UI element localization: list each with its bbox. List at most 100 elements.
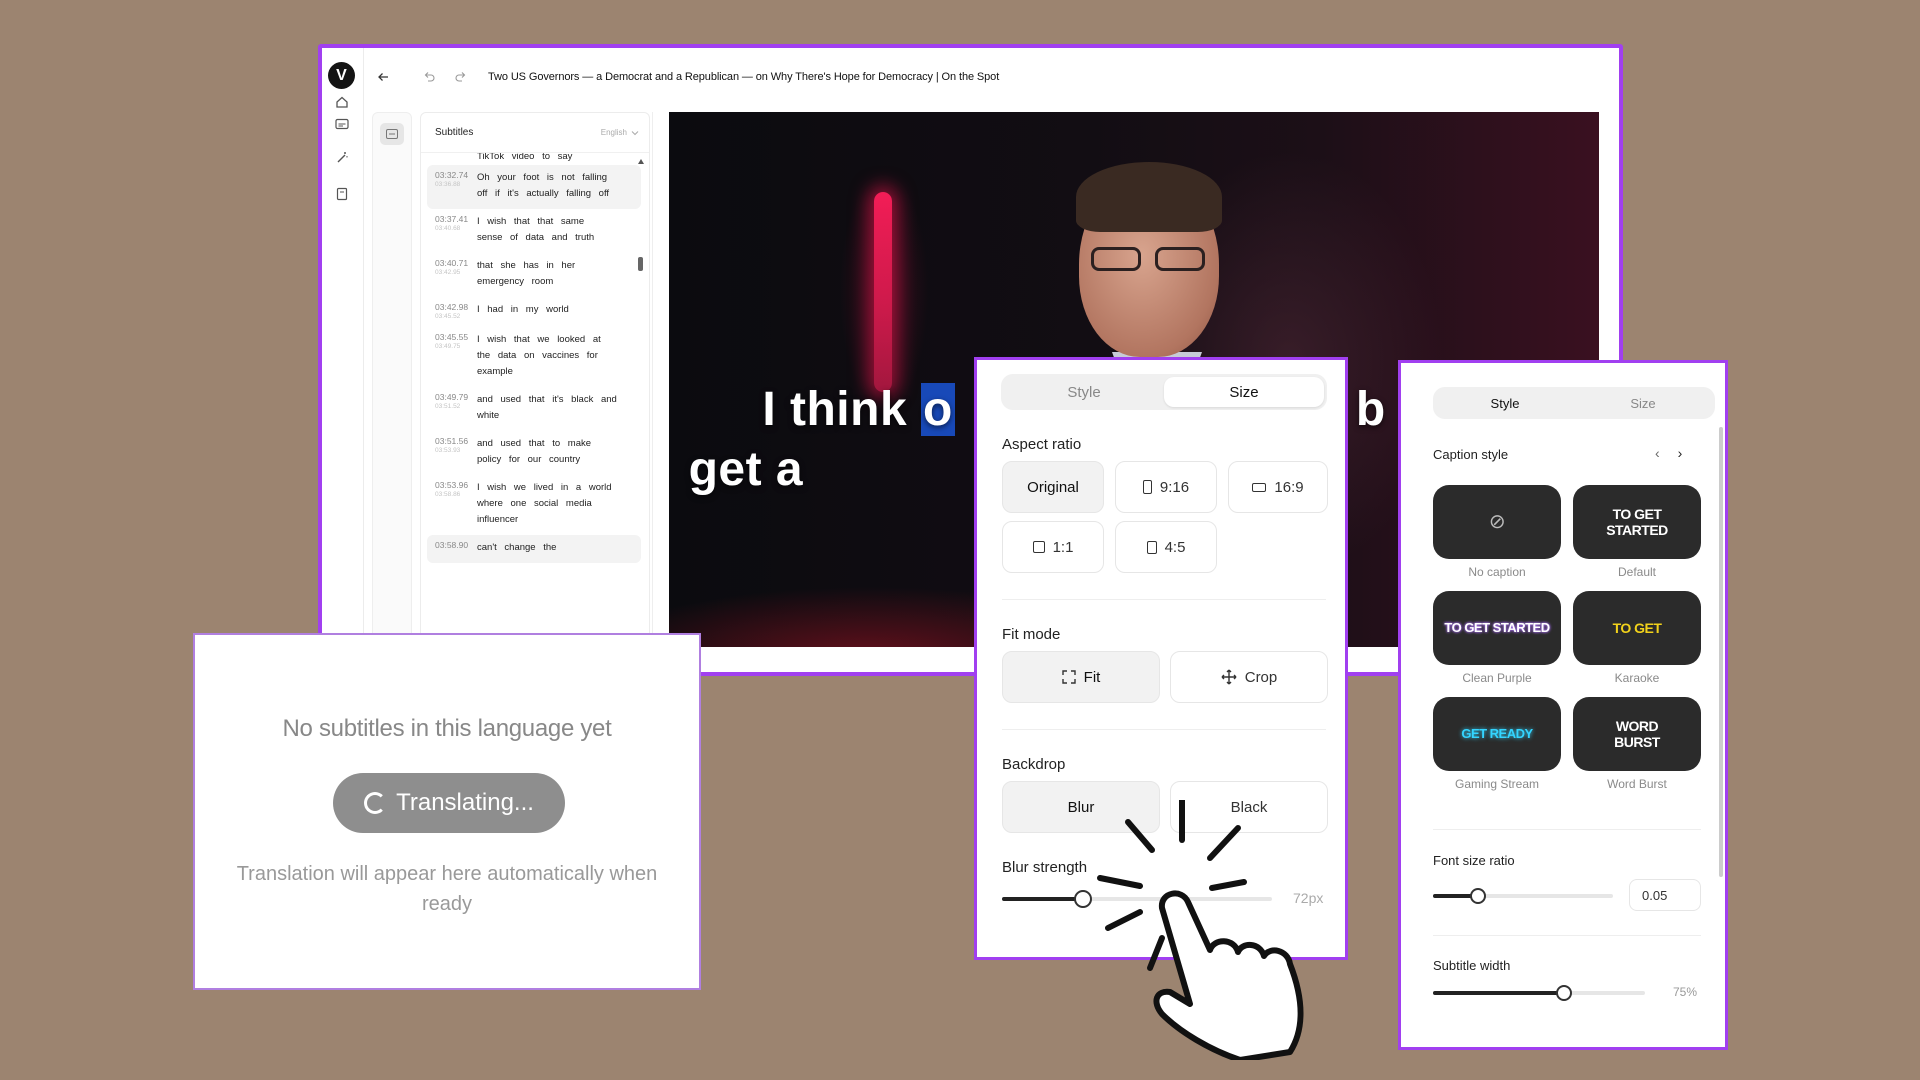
aspect-original-button[interactable]: Original — [1002, 461, 1104, 513]
subtitle-end-time[interactable]: 03:45.52 — [435, 313, 477, 320]
blur-strength-slider[interactable] — [1002, 890, 1272, 908]
language-select[interactable]: English — [601, 128, 639, 137]
scroll-up-icon[interactable] — [638, 159, 644, 164]
app-logo[interactable]: V — [328, 62, 355, 89]
style-size-tabs: Style Size — [1433, 387, 1715, 419]
style-name: Word Burst — [1607, 777, 1667, 791]
subtitle-text[interactable]: can't change the — [477, 540, 617, 556]
backdrop-blur-button[interactable]: Blur — [1002, 781, 1160, 833]
translating-button[interactable]: Translating... — [333, 773, 565, 833]
subtitle-end-time[interactable]: 03:36.88 — [435, 181, 477, 188]
tab-size[interactable]: Size — [1164, 377, 1324, 407]
slider-fill — [1002, 897, 1083, 901]
style-clean-purple-tile[interactable]: TO GET STARTED — [1433, 591, 1561, 665]
subtitle-start-time[interactable]: 03:53.96 — [435, 480, 477, 490]
subtitle-end-time[interactable]: 03:49.75 — [435, 343, 477, 350]
no-caption-icon: ⊘ — [1488, 511, 1506, 533]
divider — [1433, 935, 1701, 936]
subtitle-row[interactable]: 03:49.79 03:51.52 and used that it's black… — [421, 387, 649, 431]
style-no-caption-tile[interactable]: ⊘ — [1433, 485, 1561, 559]
aspect-1-1-button[interactable]: 1:1 — [1002, 521, 1104, 573]
caption-highlight-word: o — [920, 383, 955, 436]
home-icon[interactable] — [332, 92, 352, 112]
subtitle-width-slider[interactable] — [1433, 985, 1645, 1001]
subtitle-start-time[interactable]: 03:51.56 — [435, 436, 477, 446]
subtitle-start-time[interactable]: 03:45.55 — [435, 332, 477, 342]
slider-knob[interactable] — [1074, 890, 1092, 908]
left-rail: V — [322, 48, 364, 672]
subtitle-start-time[interactable]: 03:58.90 — [435, 540, 477, 550]
slider-knob[interactable] — [1470, 888, 1486, 904]
subtitle-list[interactable]: TikTok video to say 03:32.74 03:36.88 Oh y… — [421, 153, 649, 672]
square-icon — [1032, 541, 1045, 553]
subtitle-text[interactable]: I wish that that same sense of data and … — [477, 214, 617, 246]
subtitle-end-time[interactable]: 03:53.93 — [435, 447, 477, 454]
subtitle-start-time[interactable]: 03:42.98 — [435, 302, 477, 312]
translating-label: Translating... — [396, 789, 534, 816]
chevron-left-icon[interactable]: ‹ — [1655, 445, 1660, 461]
style-gaming-stream-tile[interactable]: GET READY — [1433, 697, 1561, 771]
project-title[interactable]: Two US Governors — a Democrat and a Repu… — [488, 71, 999, 83]
aspect-9-16-button[interactable]: 9:16 — [1115, 461, 1217, 513]
portrait-icon — [1142, 480, 1152, 494]
aspect-4-5-button[interactable]: 4:5 — [1115, 521, 1217, 573]
subtitle-row[interactable]: 03:58.90 can't change the — [427, 535, 641, 563]
subtitle-text[interactable]: and used that to make policy for our cou… — [477, 436, 617, 468]
font-size-slider[interactable] — [1433, 888, 1613, 904]
subtitle-row[interactable]: 03:53.96 03:58.86 I wish we lived in a wor… — [421, 475, 649, 535]
subtitle-scrollbar[interactable] — [638, 159, 644, 672]
subtitle-text[interactable]: I had in my world — [477, 302, 617, 320]
style-scrollbar[interactable] — [1719, 427, 1723, 877]
divider — [1433, 829, 1701, 830]
subtitle-text[interactable]: I wish we lived in a world where one soc… — [477, 480, 617, 528]
style-word-burst-tile[interactable]: WORD BURST — [1573, 697, 1701, 771]
slider-knob[interactable] — [1556, 985, 1572, 1001]
tab-style[interactable]: Style — [1004, 377, 1164, 407]
book-icon[interactable] — [332, 184, 352, 204]
tab-style[interactable]: Style — [1436, 390, 1574, 416]
style-karaoke-tile[interactable]: TO GET — [1573, 591, 1701, 665]
subtitles-icon[interactable] — [332, 114, 352, 134]
subtitle-end-time[interactable]: 03:58.86 — [435, 491, 477, 498]
subtitle-start-time[interactable]: 03:32.74 — [435, 170, 477, 180]
tool-strip — [372, 112, 412, 672]
subtitles-panel: Subtitles English TikTok video to say 03… — [420, 112, 650, 672]
aspect-16-9-button[interactable]: 16:9 — [1228, 461, 1328, 513]
scroll-thumb[interactable] — [638, 257, 643, 271]
subtitle-end-time[interactable]: 03:40.68 — [435, 225, 477, 232]
redo-button[interactable] — [448, 64, 474, 90]
subtitle-row[interactable]: 03:40.71 03:42.95 that she has in her emer… — [421, 253, 649, 297]
undo-button[interactable] — [416, 64, 442, 90]
subtitle-end-time[interactable]: 03:51.52 — [435, 403, 477, 410]
subtitle-start-time[interactable]: 03:37.41 — [435, 214, 477, 224]
blur-strength-value: 72px — [1293, 890, 1324, 906]
style-name: Gaming Stream — [1454, 777, 1540, 791]
tab-size[interactable]: Size — [1574, 390, 1712, 416]
subtitle-row[interactable]: 03:51.56 03:53.93 and used that to make po… — [421, 431, 649, 475]
subtitle-row[interactable]: 03:45.55 03:49.75 I wish that we looked at… — [421, 327, 649, 387]
backdrop-black-button[interactable]: Black — [1170, 781, 1328, 833]
subtitle-start-time[interactable]: 03:49.79 — [435, 392, 477, 402]
blur-strength-label: Blur strength — [1002, 859, 1088, 876]
subtitle-row[interactable]: 03:32.74 03:36.88 Oh your foot is not fall… — [427, 165, 641, 209]
subtitle-end-time[interactable]: 03:42.95 — [435, 269, 477, 276]
subtitle-text[interactable]: Oh your foot is not falling off if it's … — [477, 170, 617, 202]
captions-tool-icon[interactable] — [380, 123, 404, 145]
fit-mode-label: Fit mode — [1002, 626, 1061, 643]
crop-button[interactable]: Crop — [1170, 651, 1328, 703]
magic-wand-icon[interactable] — [332, 148, 352, 168]
style-default-tile[interactable]: TO GET STARTED — [1573, 485, 1701, 559]
subtitle-row[interactable]: 03:37.41 03:40.68 I wish that that same se… — [421, 209, 649, 253]
fit-button[interactable]: Fit — [1002, 651, 1160, 703]
subtitle-text[interactable]: I wish that we looked at the data on vac… — [477, 332, 617, 380]
subtitle-start-time[interactable]: 03:40.71 — [435, 258, 477, 268]
back-button[interactable] — [370, 64, 396, 90]
subtitle-text[interactable]: that she has in her emergency room — [477, 258, 617, 290]
subtitle-text[interactable]: and used that it's black and white — [477, 392, 617, 424]
subtitle-width-value: 75% — [1673, 985, 1698, 999]
subtitle-row[interactable]: 03:42.98 03:45.52 I had in my world — [421, 297, 649, 327]
font-size-ratio-input[interactable]: 0.05 — [1629, 879, 1701, 911]
subtitle-timestamps: 03:49.79 03:51.52 — [435, 392, 477, 424]
chevron-right-icon[interactable]: › — [1678, 445, 1683, 461]
subtitle-cut-row: TikTok video to say — [477, 153, 573, 162]
